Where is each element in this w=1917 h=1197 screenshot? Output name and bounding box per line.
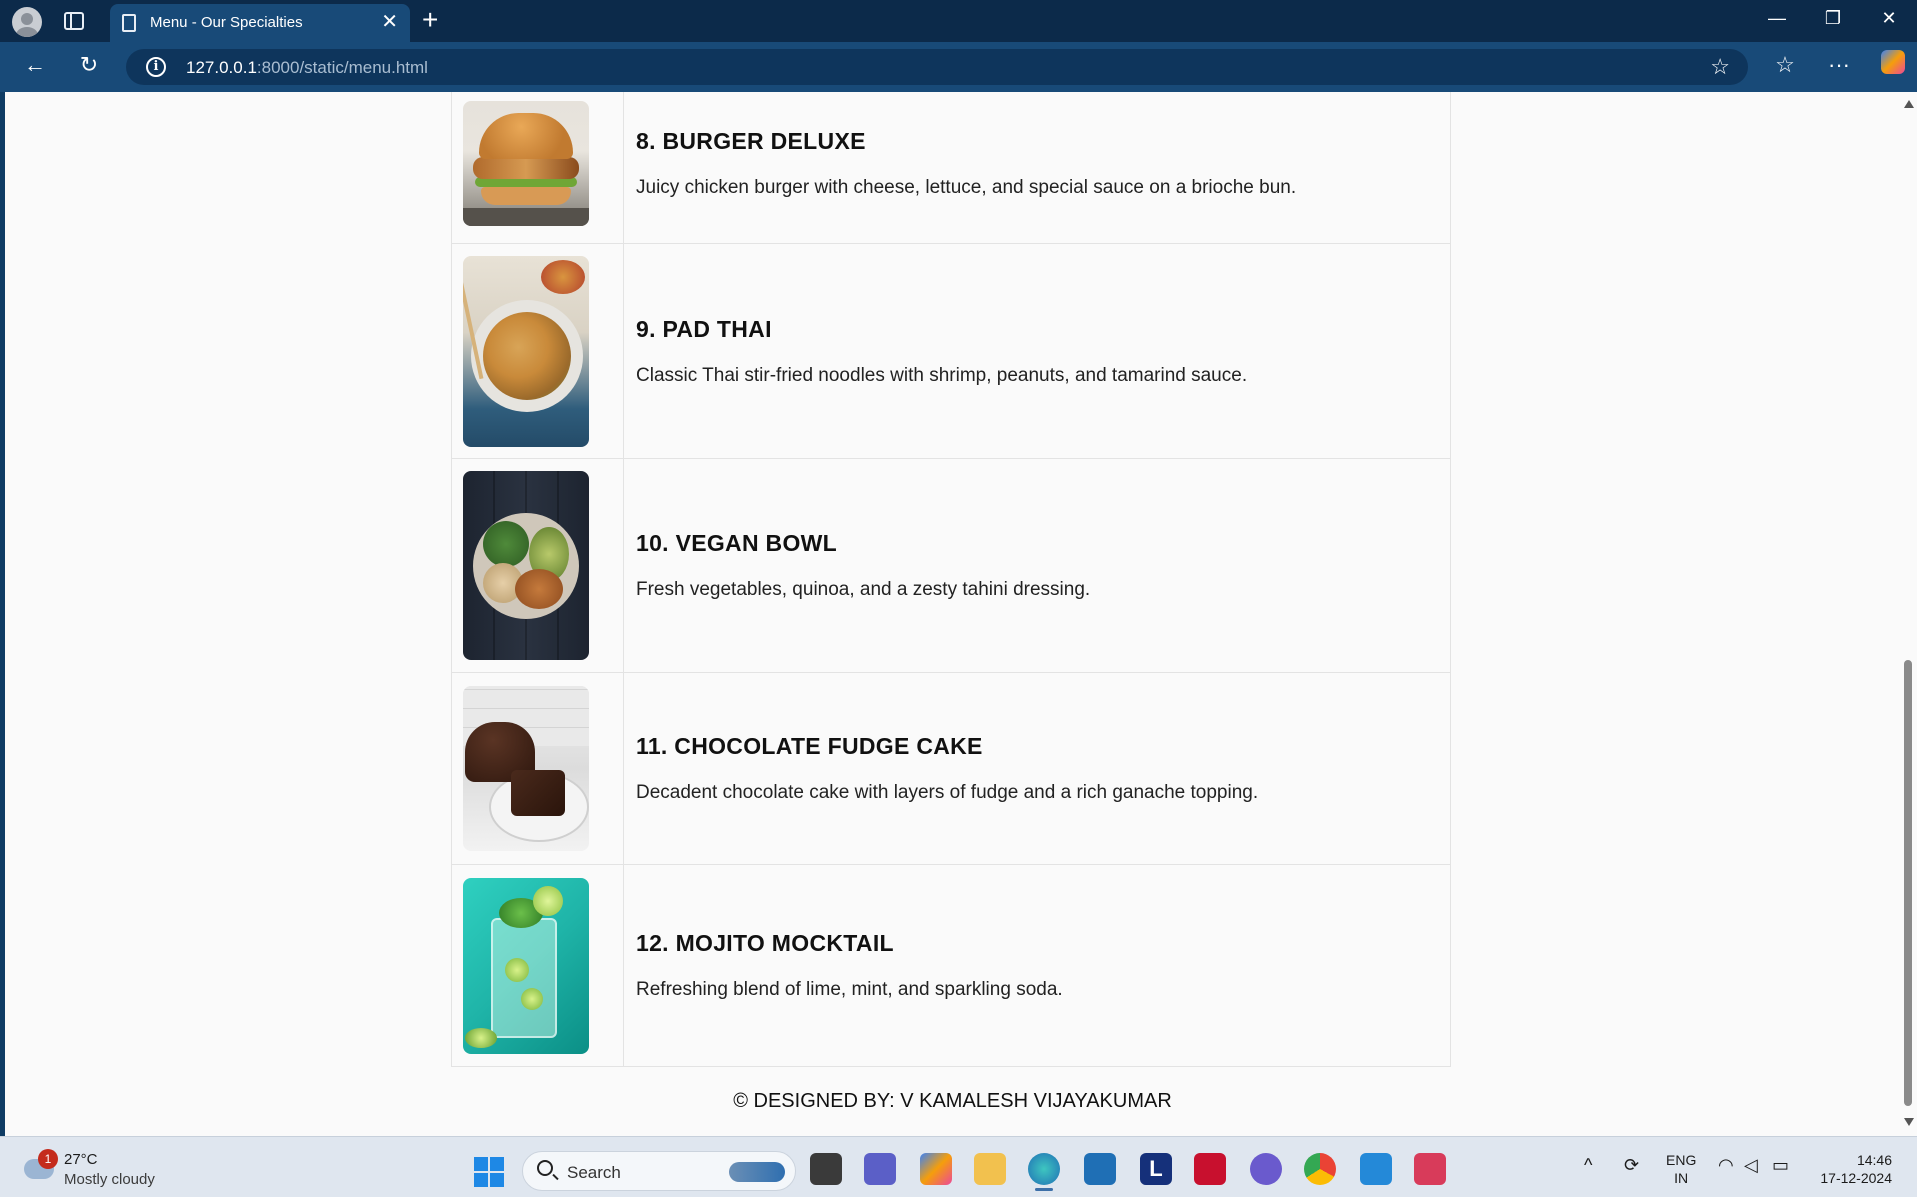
mcafee-icon[interactable]	[1194, 1153, 1226, 1185]
dish-name: 9. PAD THAI	[636, 315, 772, 342]
weather-temperature[interactable]: 27°C	[64, 1151, 98, 1168]
vscode-icon[interactable]	[1360, 1153, 1392, 1185]
url-text[interactable]: 127.0.0.1:8000/static/menu.html	[186, 58, 428, 78]
close-window-icon[interactable]: ✕	[1874, 8, 1904, 29]
chocolate-cake-image	[463, 686, 589, 851]
image-cell	[451, 92, 624, 244]
vegan-bowl-image	[463, 471, 589, 660]
start-button-icon[interactable]	[474, 1157, 504, 1187]
title-bar: Menu - Our Specialties ✕ + — ❐ ✕	[0, 0, 1917, 42]
profile-avatar-icon[interactable]	[12, 7, 42, 37]
favorite-star-icon[interactable]: ☆	[1710, 54, 1730, 80]
arc-app-icon[interactable]	[1250, 1153, 1282, 1185]
file-explorer-icon[interactable]	[974, 1153, 1006, 1185]
l-app-icon[interactable]: L	[1140, 1153, 1172, 1185]
image-cell	[451, 458, 624, 673]
dish-name: 11. CHOCOLATE FUDGE CAKE	[636, 733, 983, 759]
menu-item-row: 12. MOJITO MOCKTAIL Refreshing blend of …	[451, 864, 1451, 1067]
favorites-icon[interactable]: ☆	[1770, 52, 1800, 78]
wifi-icon[interactable]: ◠	[1718, 1155, 1734, 1176]
image-cell	[451, 672, 624, 865]
search-placeholder: Search	[567, 1163, 621, 1182]
edge-icon[interactable]	[1028, 1153, 1060, 1185]
mojito-image	[463, 877, 589, 1054]
pad-thai-image	[463, 255, 589, 447]
dish-name: 8. BURGER DELUXE	[636, 127, 866, 154]
weather-description[interactable]: Mostly cloudy	[64, 1171, 155, 1188]
browser-toolbar: ← ↻ i 127.0.0.1:8000/static/menu.html ☆ …	[0, 42, 1917, 92]
battery-icon[interactable]: ▭	[1772, 1155, 1789, 1176]
address-bar[interactable]: i 127.0.0.1:8000/static/menu.html ☆	[126, 49, 1748, 85]
edge-active-indicator	[1035, 1188, 1053, 1191]
text-cell: 8. BURGER DELUXE Juicy chicken burger wi…	[623, 92, 1451, 244]
image-cell	[451, 864, 624, 1067]
store-icon[interactable]	[1084, 1153, 1116, 1185]
menu-item-row: 9. PAD THAI Classic Thai stir-fried nood…	[451, 243, 1451, 459]
menu-item-row: 11. CHOCOLATE FUDGE CAKE Decadent chocol…	[451, 672, 1451, 865]
tab-title: Menu - Our Specialties	[150, 14, 303, 31]
show-hidden-icons-icon[interactable]: ^	[1584, 1155, 1592, 1176]
page-icon	[122, 14, 136, 32]
back-icon[interactable]: ←	[20, 52, 50, 78]
snipping-tool-icon[interactable]	[1414, 1153, 1446, 1185]
dish-description: Classic Thai stir-fried noodles with shr…	[636, 364, 1248, 386]
menu-table: 8. BURGER DELUXE Juicy chicken burger wi…	[451, 92, 1451, 1067]
taskbar: 1 27°C Mostly cloudy Search L ^ ⟳ ENG IN…	[0, 1136, 1917, 1197]
volume-icon[interactable]: ◁	[1744, 1155, 1758, 1176]
chrome-icon[interactable]	[1304, 1153, 1336, 1185]
browser-window: Menu - Our Specialties ✕ + — ❐ ✕ ← ↻ i 1…	[0, 0, 1917, 1197]
dish-description: Refreshing blend of lime, mint, and spar…	[636, 979, 1063, 1000]
text-cell: 10. VEGAN BOWL Fresh vegetables, quinoa,…	[623, 458, 1451, 673]
scroll-down-arrow-icon[interactable]	[1904, 1118, 1914, 1126]
scroll-up-arrow-icon[interactable]	[1904, 100, 1914, 108]
region-code: IN	[1674, 1170, 1689, 1186]
restore-icon[interactable]: ❐	[1818, 8, 1848, 29]
dish-name: 12. MOJITO MOCKTAIL	[636, 930, 894, 956]
clock[interactable]: 14:46 17-12-2024	[1812, 1151, 1892, 1187]
vertical-scrollbar[interactable]	[1900, 92, 1917, 1136]
sync-icon[interactable]: ⟳	[1624, 1155, 1639, 1176]
copilot-icon[interactable]	[1878, 50, 1908, 80]
search-highlight-icon	[729, 1162, 785, 1182]
site-info-icon[interactable]: i	[146, 57, 166, 77]
close-tab-icon[interactable]: ✕	[381, 10, 398, 34]
menu-item-row: 8. BURGER DELUXE Juicy chicken burger wi…	[451, 92, 1451, 244]
dish-description: Fresh vegetables, quinoa, and a zesty ta…	[636, 579, 1091, 600]
text-cell: 12. MOJITO MOCKTAIL Refreshing blend of …	[623, 864, 1451, 1067]
page-viewport[interactable]: 8. BURGER DELUXE Juicy chicken burger wi…	[5, 92, 1900, 1136]
tab-menu[interactable]: Menu - Our Specialties ✕	[110, 4, 410, 42]
text-cell: 11. CHOCOLATE FUDGE CAKE Decadent chocol…	[623, 672, 1451, 865]
scroll-thumb[interactable]	[1904, 660, 1912, 1106]
refresh-icon[interactable]: ↻	[74, 52, 104, 78]
dish-description: Juicy chicken burger with cheese, lettuc…	[636, 176, 1297, 198]
text-cell: 9. PAD THAI Classic Thai stir-fried nood…	[623, 243, 1451, 459]
footer-credit: © DESIGNED BY: V KAMALESH VIJAYAKUMAR	[733, 1090, 1172, 1112]
minimize-icon[interactable]: —	[1762, 8, 1792, 29]
clock-time: 14:46	[1856, 1152, 1892, 1168]
image-cell	[451, 243, 624, 459]
menu-item-row: 10. VEGAN BOWL Fresh vegetables, quinoa,…	[451, 458, 1451, 673]
clock-date: 17-12-2024	[1820, 1170, 1892, 1186]
url-path: :8000/static/menu.html	[256, 58, 428, 77]
dish-description: Decadent chocolate cake with layers of f…	[636, 782, 1259, 803]
copilot-app-icon[interactable]	[920, 1153, 952, 1185]
dish-name: 10. VEGAN BOWL	[636, 530, 838, 556]
notification-badge: 1	[38, 1149, 58, 1169]
tab-actions-icon[interactable]	[64, 12, 84, 30]
new-tab-icon[interactable]: +	[422, 4, 438, 36]
more-options-icon[interactable]: ···	[1824, 52, 1854, 78]
language-indicator[interactable]: ENG IN	[1666, 1151, 1696, 1187]
search-icon	[537, 1160, 553, 1176]
teams-icon[interactable]	[864, 1153, 896, 1185]
url-host: 127.0.0.1	[186, 58, 257, 77]
burger-image	[463, 100, 589, 226]
taskbar-search[interactable]: Search	[522, 1151, 796, 1191]
language-code: ENG	[1666, 1152, 1697, 1168]
task-view-icon[interactable]	[810, 1153, 842, 1185]
